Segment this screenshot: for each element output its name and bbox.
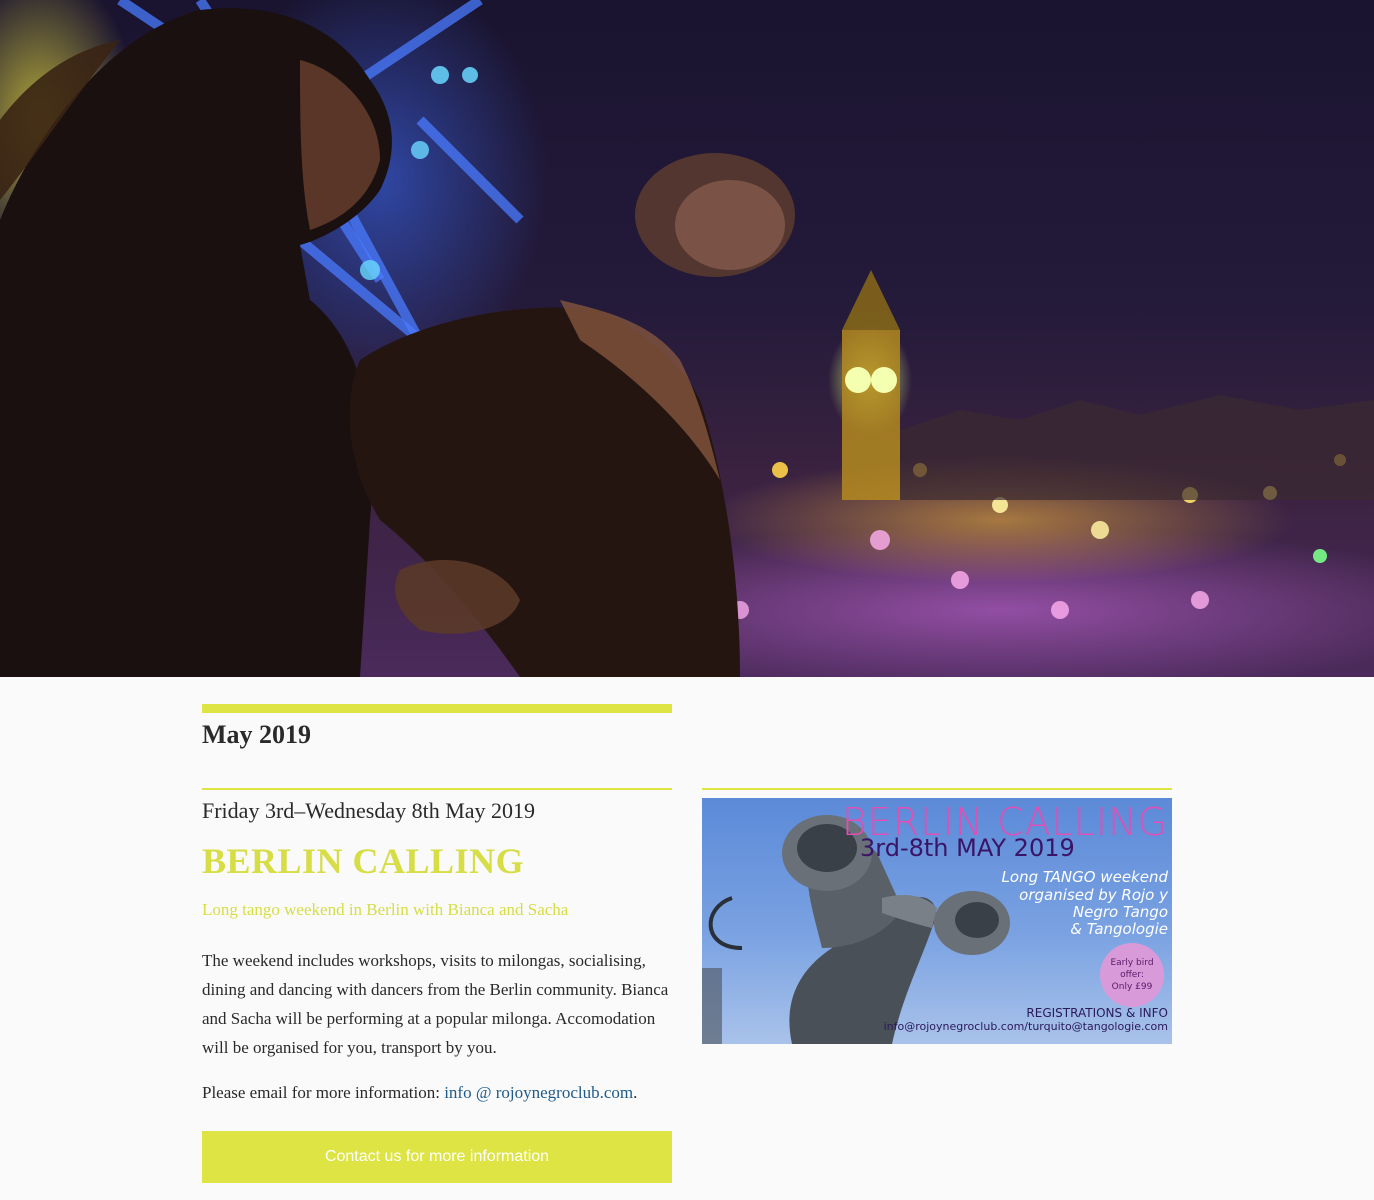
event-divider-right [702, 788, 1172, 790]
badge-line-1: Early bird [1110, 958, 1154, 968]
poster-emails: info@rojoynegroclub.com/turquito@tangolo… [883, 1020, 1168, 1033]
event-title: BERLIN CALLING [202, 841, 525, 881]
poster-registrations: REGISTRATIONS & INFO [1026, 1006, 1168, 1020]
early-bird-badge: Early bird offer: Only £99 [1100, 943, 1164, 1007]
badge-line-2: offer: [1120, 970, 1144, 980]
event-subtitle: Long tango weekend in Berlin with Bianca… [202, 900, 569, 919]
event-divider-left [202, 788, 672, 790]
hero-photo [0, 0, 1374, 677]
hero-illustration [0, 0, 1374, 677]
poster-line-1: Long TANGO weekend [1001, 868, 1168, 886]
event-date: Friday 3rd–Wednesday 8th May 2019 [202, 798, 536, 823]
contact-suffix: . [633, 1083, 638, 1102]
event-poster: BERLIN CALLING 3rd-8th MAY 2019 Long TAN… [702, 798, 1172, 1044]
poster-line-3: Negro Tango [1072, 903, 1168, 921]
event-contact: Please email for more information: info … [202, 1083, 637, 1103]
poster-line-2: organised by Rojo y [1019, 886, 1168, 904]
contact-prefix: Please email for more information: [202, 1083, 445, 1102]
event-description: The weekend includes workshops, visits t… [202, 951, 669, 1057]
month-title: May 2019 [202, 720, 312, 749]
section-top-rule [202, 704, 672, 713]
contact-email-link[interactable]: info @ rojoynegroclub.com [444, 1083, 633, 1102]
poster-dates: 3rd-8th MAY 2019 [860, 834, 1075, 862]
poster-line-4: & Tangologie [1070, 920, 1168, 938]
badge-line-3: Only £99 [1111, 982, 1153, 992]
contact-button[interactable]: Contact us for more information [202, 1131, 672, 1183]
